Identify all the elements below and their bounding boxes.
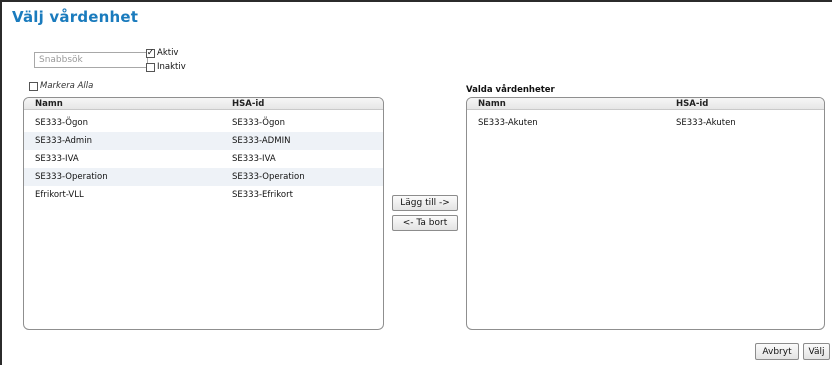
column-header-namn[interactable]: Namn xyxy=(35,99,63,109)
markera-alla-label: Markera Alla xyxy=(40,81,94,91)
list-row[interactable]: SE333-Operation SE333-Operation xyxy=(24,168,383,186)
selected-units-list[interactable]: Namn HSA-id SE333-Akuten SE333-Akuten xyxy=(466,97,825,330)
column-header-hsa-id[interactable]: HSA-id xyxy=(676,99,708,109)
aktiv-label: Aktiv xyxy=(157,48,179,58)
unit-name: SE333-Ögon xyxy=(35,118,88,128)
unit-hsa-id: SE333-Operation xyxy=(232,172,305,182)
cancel-button[interactable]: Avbryt xyxy=(755,343,799,360)
remove-button[interactable]: <- Ta bort xyxy=(392,215,458,231)
available-list-header: Namn HSA-id xyxy=(24,98,383,110)
choose-button[interactable]: Välj xyxy=(803,343,830,360)
available-units-list[interactable]: Namn HSA-id SE333-Ögon SE333-Ögon SE333-… xyxy=(23,97,384,330)
column-header-hsa-id[interactable]: HSA-id xyxy=(232,99,264,109)
unit-hsa-id: SE333-Efrikort xyxy=(232,190,293,200)
dialog-title: Välj vårdenhet xyxy=(12,8,139,26)
inaktiv-option[interactable]: Inaktiv xyxy=(146,62,186,72)
markera-alla-checkbox[interactable] xyxy=(29,81,38,91)
list-row[interactable]: SE333-IVA SE333-IVA xyxy=(24,150,383,168)
window-left-border xyxy=(0,0,2,365)
list-row[interactable]: SE333-Akuten SE333-Akuten xyxy=(467,114,824,132)
markera-alla-option[interactable]: Markera Alla xyxy=(29,81,93,91)
unit-hsa-id: SE333-Akuten xyxy=(676,118,736,128)
selected-units-heading: Valda vårdenheter xyxy=(466,85,555,95)
selected-list-header: Namn HSA-id xyxy=(467,98,824,110)
inaktiv-label: Inaktiv xyxy=(157,62,186,72)
unit-name: SE333-Operation xyxy=(35,172,108,182)
inaktiv-checkbox[interactable] xyxy=(146,62,155,72)
unit-hsa-id: SE333-ADMIN xyxy=(232,136,291,146)
aktiv-checkbox[interactable]: ✓ xyxy=(146,48,155,58)
aktiv-option[interactable]: ✓ Aktiv xyxy=(146,48,178,58)
search-input[interactable] xyxy=(34,52,148,68)
list-row[interactable]: SE333-Admin SE333-ADMIN xyxy=(24,132,383,150)
unit-hsa-id: SE333-Ögon xyxy=(232,118,285,128)
unit-name: SE333-Admin xyxy=(35,136,92,146)
list-row[interactable]: Efrikort-VLL SE333-Efrikort xyxy=(24,186,383,204)
unit-name: Efrikort-VLL xyxy=(35,190,84,200)
column-header-namn[interactable]: Namn xyxy=(478,99,506,109)
list-row[interactable]: SE333-Ögon SE333-Ögon xyxy=(24,114,383,132)
unit-name: SE333-Akuten xyxy=(478,118,538,128)
unit-hsa-id: SE333-IVA xyxy=(232,154,276,164)
unit-name: SE333-IVA xyxy=(35,154,79,164)
add-button[interactable]: Lägg till -> xyxy=(392,195,458,211)
window-top-border xyxy=(0,0,832,2)
